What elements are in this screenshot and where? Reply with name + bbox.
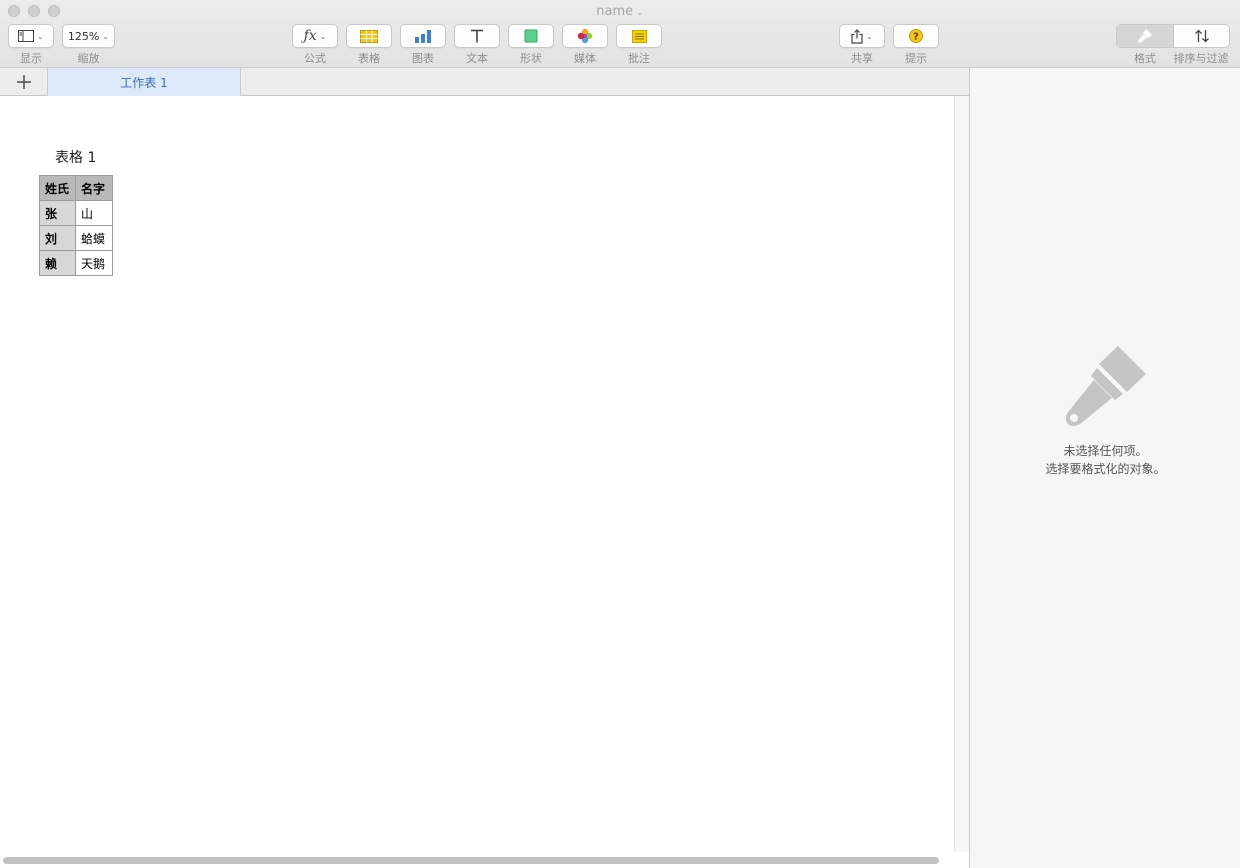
media-label: 媒体	[574, 52, 596, 65]
text-t-icon	[471, 29, 483, 43]
chevron-down-icon: ⌄	[319, 31, 327, 41]
table-cell[interactable]: 蛤蟆	[75, 225, 113, 251]
zoom-control: 125% ⌄ 缩放	[62, 24, 115, 66]
formula-button[interactable]: ƒx ⌄	[292, 24, 338, 48]
table-title[interactable]: 表格 1	[55, 147, 96, 167]
format-inspector-button[interactable]	[1117, 25, 1173, 47]
sort-filter-inspector-button[interactable]	[1173, 25, 1229, 47]
square-shape-icon	[524, 29, 538, 43]
shape-label: 形状	[520, 52, 542, 65]
inspector-segmented-control	[1116, 24, 1230, 48]
data-table[interactable]: 姓氏 名字 张 山 刘 蛤蟆 赖 天鹅	[39, 175, 113, 276]
table-control: 表格	[346, 24, 392, 66]
tips-button[interactable]: ?	[893, 24, 939, 48]
window-title[interactable]: name ⌄	[0, 4, 1240, 19]
insert-shape-button[interactable]	[508, 24, 554, 48]
fx-icon: ƒx	[303, 28, 317, 44]
bar-chart-icon	[415, 30, 431, 43]
tips-label: 提示	[905, 52, 927, 65]
chevron-down-icon: ⌄	[866, 31, 873, 41]
media-control: 媒体	[562, 24, 608, 66]
view-button[interactable]: ⌄	[8, 24, 54, 48]
format-label: 格式	[1134, 52, 1156, 65]
table-cell[interactable]: 天鹅	[75, 250, 113, 276]
sort-arrows-icon	[1194, 29, 1209, 43]
tab-sheet-1[interactable]: 工作表 1	[48, 68, 241, 96]
format-inspector-panel: 未选择任何项。 选择要格式化的对象。	[969, 68, 1240, 868]
sidebar-icon	[18, 30, 35, 42]
insert-media-button[interactable]	[562, 24, 608, 48]
view-label: 显示	[20, 52, 42, 65]
vertical-scrollbar[interactable]	[954, 96, 969, 852]
view-control: ⌄ 显示	[8, 24, 54, 66]
insert-comment-button[interactable]	[616, 24, 662, 48]
row-header-cell[interactable]: 刘	[39, 225, 76, 251]
comment-control: 批注	[616, 24, 662, 66]
paintbrush-icon	[1138, 29, 1152, 43]
insert-text-button[interactable]	[454, 24, 500, 48]
inspector-message-line-1: 未选择任何项。	[1063, 444, 1148, 458]
table-row: 张 山	[39, 200, 113, 226]
sheet-canvas[interactable]	[0, 96, 954, 852]
table-row: 赖 天鹅	[39, 250, 113, 276]
comment-label: 批注	[628, 52, 650, 65]
zoom-label: 缩放	[77, 52, 100, 65]
note-icon	[631, 29, 647, 43]
chevron-down-icon: ⌄	[102, 31, 110, 41]
window-title-text: name	[596, 4, 634, 19]
chart-control: 图表	[400, 24, 446, 66]
toolbar: name ⌄ ⌄ 显示 125% ⌄ 缩放 ƒx ⌄ 公式 表格 图表 文本 形…	[0, 0, 1240, 68]
question-icon: ?	[909, 29, 923, 43]
zoom-value: 125%	[67, 29, 100, 43]
formula-label: 公式	[304, 52, 326, 65]
table-label: 表格	[358, 52, 380, 65]
inspector-empty-message: 未选择任何项。 选择要格式化的对象。	[970, 442, 1240, 478]
inspector-message-line-2: 选择要格式化的对象。	[1045, 462, 1166, 476]
photos-flower-icon	[577, 28, 593, 44]
text-label: 文本	[466, 52, 488, 65]
zoom-select[interactable]: 125% ⌄	[62, 24, 115, 48]
table-grid-icon	[360, 29, 378, 43]
table-header-row: 姓氏 名字	[39, 175, 113, 201]
insert-table-button[interactable]	[346, 24, 392, 48]
chart-label: 图表	[412, 52, 434, 65]
add-sheet-button[interactable]	[0, 68, 48, 95]
sort-filter-label: 排序与过滤	[1173, 52, 1229, 65]
share-label: 共享	[851, 52, 873, 65]
table-row: 刘 蛤蟆	[39, 225, 113, 251]
inspector-switcher: 格式 排序与过滤	[1116, 24, 1230, 66]
row-header-cell[interactable]: 张	[39, 200, 76, 226]
share-arrow-icon	[851, 28, 863, 44]
horizontal-scrollbar-thumb[interactable]	[3, 857, 939, 864]
insert-chart-button[interactable]	[400, 24, 446, 48]
share-button[interactable]: ⌄	[839, 24, 885, 48]
shape-control: 形状	[508, 24, 554, 66]
sheet-tab-strip: 工作表 1	[0, 68, 969, 96]
numbers-window: name ⌄ ⌄ 显示 125% ⌄ 缩放 ƒx ⌄ 公式 表格 图表 文本 形…	[0, 0, 1240, 868]
plus-icon	[16, 74, 31, 89]
text-control: 文本	[454, 24, 500, 66]
share-control: ⌄ 共享	[839, 24, 885, 66]
chevron-down-icon: ⌄	[37, 31, 44, 41]
tips-control: ? 提示	[893, 24, 939, 66]
formula-control: ƒx ⌄ 公式	[292, 24, 338, 66]
chevron-down-icon: ⌄	[636, 8, 644, 18]
table-cell[interactable]: 山	[75, 200, 113, 226]
paintbrush-icon	[1066, 346, 1146, 426]
svg-text:?: ?	[913, 32, 919, 43]
header-cell[interactable]: 姓氏	[39, 175, 76, 201]
row-header-cell[interactable]: 赖	[39, 250, 76, 276]
header-cell[interactable]: 名字	[75, 175, 113, 201]
